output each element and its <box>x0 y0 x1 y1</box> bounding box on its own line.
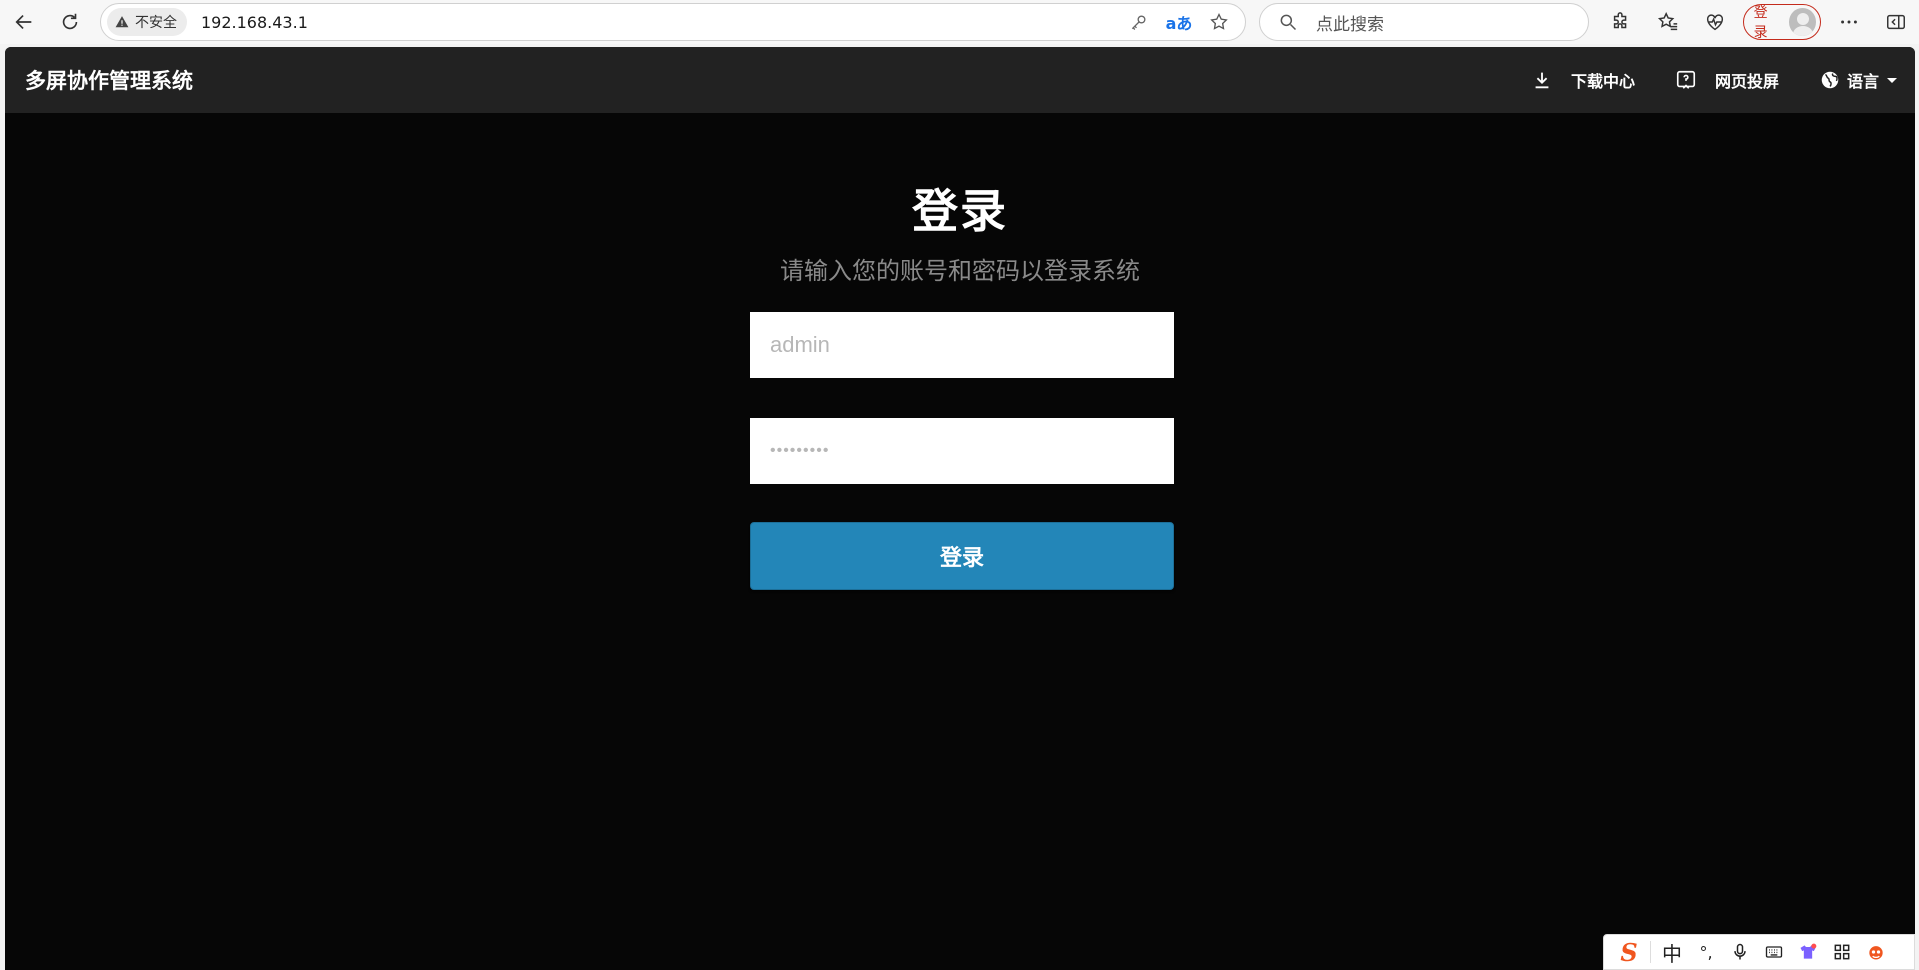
browser-tools: 登录 <box>1598 0 1919 44</box>
refresh-button[interactable] <box>48 0 92 44</box>
ime-punct-label: °, <box>1699 942 1713 962</box>
ime-toolbar: S 中 °, <box>1603 934 1915 970</box>
more-menu-button[interactable] <box>1825 0 1872 44</box>
browser-search-box[interactable]: 点此搜索 <box>1259 3 1589 41</box>
star-icon <box>1210 12 1228 30</box>
ime-keyboard-button[interactable] <box>1757 935 1791 969</box>
browser-toolbar: 不安全 192.168.43.1 aあ 点此搜索 登录 <box>0 0 1919 44</box>
username-input[interactable] <box>750 312 1174 378</box>
download-icon <box>1535 72 1549 89</box>
avatar <box>1788 8 1817 36</box>
ime-mode-toggle[interactable]: 中 <box>1655 935 1689 969</box>
translate-button[interactable]: aあ <box>1159 3 1199 41</box>
favorite-button[interactable] <box>1199 3 1239 41</box>
extensions-button[interactable] <box>1598 0 1645 44</box>
puzzle-icon <box>1614 12 1627 29</box>
heart-pulse-icon <box>1707 14 1724 31</box>
ime-logo-button[interactable]: S <box>1612 935 1646 969</box>
language-dropdown[interactable]: 语言 <box>1819 68 1897 92</box>
performance-button[interactable] <box>1692 0 1739 44</box>
profile-label: 登录 <box>1753 5 1768 41</box>
back-button[interactable] <box>2 0 46 44</box>
translate-icon: aあ <box>1165 14 1193 33</box>
globe-icon <box>1821 71 1839 89</box>
sogou-logo-icon: S <box>1620 937 1638 967</box>
sidebar-icon <box>1886 14 1905 30</box>
profile-sign-in-button[interactable]: 登录 <box>1742 4 1822 41</box>
ime-mascot-button[interactable] <box>1859 935 1893 969</box>
language-label: 语言 <box>1846 72 1879 91</box>
login-subtitle: 请输入您的账号和密码以登录系统 <box>780 257 1140 285</box>
search-placeholder: 点此搜索 <box>1316 14 1384 35</box>
ime-separator <box>1650 941 1651 963</box>
download-center-label: 下载中心 <box>1570 72 1635 91</box>
refresh-icon <box>62 13 78 30</box>
keyboard-icon <box>1765 946 1783 958</box>
web-page: 多屏协作管理系统 下载中心 网页投屏 语言 登录 请输入您的账号和密码以登录系统… <box>5 47 1915 970</box>
login-button[interactable]: 登录 <box>750 522 1174 590</box>
security-label: 不安全 <box>135 15 177 31</box>
password-input[interactable] <box>750 418 1174 484</box>
header-actions: 下载中心 网页投屏 语言 <box>1531 47 1915 113</box>
url-text[interactable]: 192.168.43.1 <box>201 13 1119 32</box>
chevron-down-icon <box>1887 77 1897 83</box>
security-indicator[interactable]: 不安全 <box>107 8 187 36</box>
microphone-icon <box>1734 943 1746 960</box>
shirt-icon <box>1800 943 1817 959</box>
web-cast-label: 网页投屏 <box>1714 72 1779 91</box>
app-header: 多屏协作管理系统 下载中心 网页投屏 语言 <box>5 47 1915 113</box>
screen-cast-icon <box>1676 70 1696 89</box>
mascot-icon <box>1869 946 1883 960</box>
ime-skin-button[interactable] <box>1791 935 1825 969</box>
search-icon <box>1280 14 1297 31</box>
favorites-star-icon <box>1658 12 1678 31</box>
key-icon <box>1131 15 1146 30</box>
web-cast-link[interactable]: 网页投屏 <box>1675 68 1779 92</box>
download-center-link[interactable]: 下载中心 <box>1531 68 1635 92</box>
login-heading: 登录 <box>912 184 1008 238</box>
grid-icon <box>1834 944 1850 960</box>
ime-mode-label: 中 <box>1662 941 1682 966</box>
sidebar-toggle-button[interactable] <box>1872 0 1919 44</box>
login-form: 登录 <box>750 312 1174 590</box>
password-key-button[interactable] <box>1119 3 1159 41</box>
app-title: 多屏协作管理系统 <box>25 69 193 93</box>
ime-toolbox-button[interactable] <box>1825 935 1859 969</box>
ime-punct-toggle[interactable]: °, <box>1689 935 1723 969</box>
ellipsis-icon <box>1840 20 1857 24</box>
login-panel: 登录 请输入您的账号和密码以登录系统 <box>5 113 1915 286</box>
warning-icon <box>115 16 129 28</box>
address-bar[interactable]: 不安全 192.168.43.1 aあ <box>100 3 1246 41</box>
back-arrow-icon <box>15 14 32 30</box>
ime-voice-button[interactable] <box>1723 935 1757 969</box>
favorites-list-button[interactable] <box>1645 0 1692 44</box>
